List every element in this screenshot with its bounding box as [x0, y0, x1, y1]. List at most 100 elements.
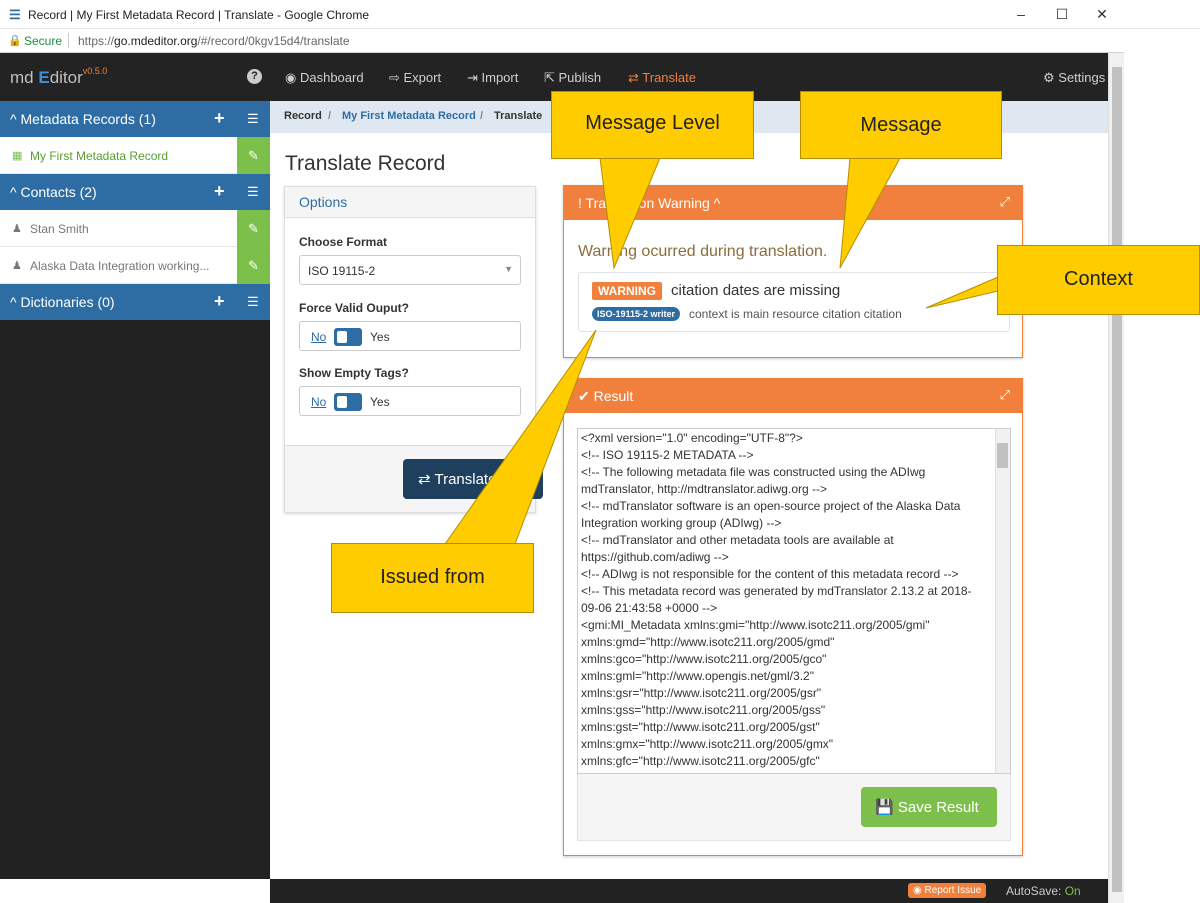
options-title: Options	[285, 187, 535, 218]
warning-panel: ! Translation Warning ^ ⤢ Warning ocurred…	[563, 185, 1023, 358]
list-contacts-icon[interactable]: ☰	[247, 184, 259, 200]
window-title: Record | My First Metadata Record | Tran…	[28, 8, 370, 22]
code-line: <!-- ISO 19115-2 METADATA -->	[581, 448, 754, 462]
add-dictionary-icon[interactable]: +	[214, 291, 225, 312]
breadcrumb-separator: /	[328, 110, 332, 122]
result-footer: 💾 Save Result	[577, 774, 1011, 841]
autosave-status[interactable]: AutoSave: On	[1006, 884, 1081, 898]
dashboard-icon: ◉	[285, 70, 300, 85]
code-line: <!-- The following metadata file was con…	[581, 465, 926, 479]
user-icon: ♟	[12, 223, 22, 235]
desktop-background	[1124, 29, 1200, 903]
code-line: xmlns:gfc="http://www.isotc211.org/2005/…	[581, 754, 820, 768]
publish-icon: ⇱	[544, 70, 559, 85]
save-result-button[interactable]: 💾 Save Result	[861, 787, 997, 827]
toggle-switch[interactable]	[334, 328, 362, 346]
breadcrumb-item[interactable]: My First Metadata Record	[342, 110, 476, 122]
sidebar-records-header[interactable]: ^ Metadata Records (1) + ☰	[0, 101, 270, 137]
code-line: xmlns:gmd="http://www.isotc211.org/2005/…	[581, 635, 835, 649]
records-label: ^ Metadata Records (1)	[10, 111, 156, 127]
code-line: <!-- ADIwg is not responsible for the co…	[581, 567, 959, 581]
breadcrumb-record[interactable]: Record	[284, 110, 322, 122]
list-records-icon[interactable]: ☰	[247, 111, 259, 127]
nav-translate[interactable]: ⇄ Translate	[628, 70, 696, 86]
table-icon: ▦	[12, 150, 23, 162]
code-line: <?xml version="1.0" encoding="UTF-8"?>	[581, 431, 803, 445]
code-line: mdTranslator, http://mdtranslator.adiwg.…	[581, 482, 827, 496]
record-item-label: My First Metadata Record	[30, 149, 169, 163]
code-line: 09-06 21:43:58 +0000 -->	[581, 601, 718, 615]
warning-context: context is main resource citation citati…	[689, 307, 902, 321]
options-panel: Options Choose Format ISO 19115-2 ▼ Force…	[284, 186, 543, 513]
page-scrollbar[interactable]	[1108, 53, 1124, 903]
toggle-no[interactable]: No	[311, 330, 326, 344]
nav-export[interactable]: ⇨ Export	[389, 70, 441, 86]
issuer-badge: ISO-19115-2 writer	[592, 307, 681, 321]
users-icon: ♟	[12, 260, 22, 272]
scrollbar-thumb[interactable]	[997, 443, 1008, 468]
nav-dashboard[interactable]: ◉ Dashboard	[285, 70, 364, 86]
check-icon: ✔	[578, 388, 594, 404]
sidebar: ^ Metadata Records (1) + ☰ ▦ My First Me…	[0, 101, 270, 879]
edit-pencil-icon[interactable]: ✎	[237, 247, 270, 284]
expand-icon[interactable]: ⤢	[1000, 194, 1010, 210]
url-text[interactable]: https://go.mdeditor.org/#/record/0kgv15d…	[78, 34, 350, 48]
nav-publish[interactable]: ⇱ Publish	[544, 70, 601, 86]
callout-message-level: Message Level	[551, 91, 754, 159]
help-icon[interactable]: ?	[247, 69, 262, 84]
sidebar-contacts-header[interactable]: ^ Contacts (2) + ☰	[0, 174, 270, 210]
page-scrollbar-thumb[interactable]	[1112, 67, 1122, 892]
result-textarea[interactable]: <?xml version="1.0" encoding="UTF-8"?> <!…	[577, 428, 1011, 774]
warning-message-box: WARNING citation dates are missing ISO-1…	[578, 272, 1010, 332]
window-titlebar: ☰ Record | My First Metadata Record | Tr…	[0, 0, 1200, 29]
list-dictionaries-icon[interactable]: ☰	[247, 294, 259, 310]
toggle-switch[interactable]	[334, 393, 362, 411]
empty-tags-toggle[interactable]: No Yes	[299, 386, 521, 416]
edit-pencil-icon[interactable]: ✎	[237, 137, 270, 174]
code-line: xmlns:gml="http://www.opengis.net/gml/3.…	[581, 669, 814, 683]
scrollbar[interactable]	[995, 429, 1010, 773]
toggle-yes[interactable]: Yes	[370, 330, 390, 344]
address-bar[interactable]: 🔒 Secure https://go.mdeditor.org/#/recor…	[0, 29, 1200, 53]
force-valid-toggle[interactable]: No Yes	[299, 321, 521, 351]
chevron-down-icon: ▼	[504, 264, 513, 274]
minimize-button[interactable]: –	[1008, 4, 1034, 24]
translate-button[interactable]: ⇄ Translate	[403, 459, 543, 499]
divider	[68, 33, 69, 48]
contacts-label: ^ Contacts (2)	[10, 184, 97, 200]
warning-panel-header[interactable]: ! Translation Warning ^ ⤢	[564, 186, 1022, 220]
main-content: Record / My First Metadata Record / Tran…	[270, 101, 1108, 879]
lock-icon: 🔒	[8, 35, 22, 47]
add-contact-icon[interactable]: +	[214, 181, 225, 202]
toggle-yes[interactable]: Yes	[370, 395, 390, 409]
contact-label: Alaska Data Integration working...	[30, 259, 210, 273]
maximize-button[interactable]: ☐	[1049, 4, 1075, 24]
edit-pencil-icon[interactable]: ✎	[237, 210, 270, 247]
sidebar-item-record[interactable]: ▦ My First Metadata Record ✎	[0, 137, 270, 174]
result-panel-header[interactable]: ✔ Result ⤢	[564, 379, 1022, 413]
status-bar: ◉ Report Issue AutoSave: On	[270, 879, 1108, 903]
breadcrumb-separator: /	[480, 110, 484, 122]
report-issue-button[interactable]: ◉ Report Issue	[908, 883, 987, 898]
nav-settings[interactable]: ⚙ Settings	[1043, 70, 1105, 86]
sidebar-item-contact[interactable]: ♟ Alaska Data Integration working... ✎	[0, 247, 270, 284]
code-line: <!-- mdTranslator software is an open-so…	[581, 499, 961, 513]
code-line: <!-- mdTranslator and other metadata too…	[581, 533, 894, 547]
callout-message: Message	[800, 91, 1002, 159]
translate-icon: ⇄	[628, 70, 643, 85]
mdeditor-logo[interactable]: md Editorv0.5.0	[10, 66, 107, 88]
sidebar-item-contact[interactable]: ♟ Stan Smith ✎	[0, 210, 270, 247]
close-button[interactable]: ✕	[1089, 4, 1115, 24]
expand-icon[interactable]: ⤢	[1000, 387, 1010, 403]
toggle-no[interactable]: No	[311, 395, 326, 409]
warning-message: citation dates are missing	[671, 282, 841, 299]
import-icon: ⇥	[467, 70, 482, 85]
sidebar-dictionaries-header[interactable]: ^ Dictionaries (0) + ☰	[0, 284, 270, 320]
save-icon: 💾	[875, 799, 898, 816]
format-select[interactable]: ISO 19115-2 ▼	[299, 255, 521, 285]
nav-import[interactable]: ⇥ Import	[467, 70, 518, 86]
add-record-icon[interactable]: +	[214, 108, 225, 129]
code-line: Integration working group (ADIwg) -->	[581, 516, 782, 530]
code-line: <gmi:MI_Metadata xmlns:gmi="http://www.i…	[581, 618, 930, 632]
message-level-badge: WARNING	[592, 282, 662, 300]
